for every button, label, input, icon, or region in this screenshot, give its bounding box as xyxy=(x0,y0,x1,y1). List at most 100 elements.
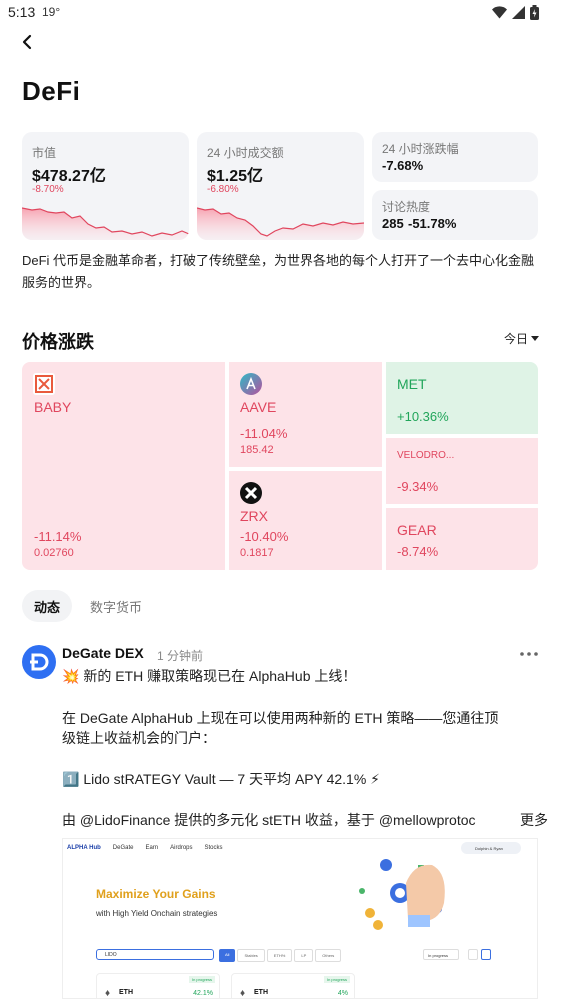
status-bar: 5:13 19° xyxy=(0,0,561,26)
zrx-logo-icon xyxy=(240,482,262,504)
market-cap-value: $478.27亿 xyxy=(32,168,106,185)
aave-logo-icon xyxy=(240,373,262,395)
baby-logo-icon xyxy=(33,373,55,395)
tile-aave[interactable]: AAVE -11.04% 185.42 xyxy=(229,362,382,467)
image-badge: Dolphin & Ryan xyxy=(461,842,521,854)
price-section-title: 价格涨跌 xyxy=(22,332,94,352)
tile-change: +10.36% xyxy=(397,409,449,424)
status-temperature: 19° xyxy=(42,5,61,19)
volume-sparkline xyxy=(197,207,364,240)
list-view-icon xyxy=(468,949,478,960)
image-subheadline: with High Yield Onchain strategies xyxy=(96,909,218,918)
tile-name: MET xyxy=(397,376,427,392)
image-filter: ETH% xyxy=(266,949,293,962)
image-filter: All xyxy=(219,949,236,962)
system-icons xyxy=(492,4,539,20)
post-line: 💥 新的 ETH 赚取策略现已在 AlphaHub 上线！ xyxy=(62,668,357,684)
post-author[interactable]: DeGate DEX xyxy=(62,645,144,661)
image-nav-item: Stocks xyxy=(204,845,223,851)
market-cap-card[interactable]: 市值 $478.27亿 -8.70% xyxy=(22,132,189,240)
image-row-asset: ETH xyxy=(119,989,133,996)
tile-change: -10.40% xyxy=(240,529,289,544)
degate-logo-icon xyxy=(30,653,49,671)
change-24h-value: -7.68% xyxy=(382,158,424,173)
volume-card[interactable]: 24 小时成交额 $1.25亿 -6.80% xyxy=(197,132,364,240)
post-line: 由 @LidoFinance 提供的多元化 stETH 收益，基于 @mello… xyxy=(62,812,476,828)
tile-baby[interactable]: BABY -11.14% 0.02760 xyxy=(22,362,225,570)
tile-change: -11.04% xyxy=(240,426,288,441)
tile-price: 185.42 xyxy=(240,444,274,456)
back-button[interactable] xyxy=(16,30,40,54)
post-time: 1 分钟前 xyxy=(157,649,204,663)
discussion-value: 285 xyxy=(382,216,404,231)
tile-zrx[interactable]: ZRX -10.40% 0.1817 xyxy=(229,471,382,570)
image-row-status: In progress xyxy=(323,976,350,983)
image-nav-item: ALPHA Hub xyxy=(67,845,101,851)
caret-down-icon xyxy=(531,335,540,341)
market-cap-sparkline xyxy=(22,207,189,240)
discussion-change: -51.78% xyxy=(408,216,457,231)
hand-coins-illustration xyxy=(359,859,445,930)
page-title: DeFi xyxy=(22,76,81,106)
feed-tabs: 动态 数字货币 xyxy=(22,590,160,622)
tile-velodrome[interactable]: VELODRO... -9.34% xyxy=(386,438,538,504)
tile-name: ZRX xyxy=(240,508,268,524)
sector-description: DeFi 代币是金融革命者，打破了传统壁垒，为世界各地的每个人打开了一个去中心化… xyxy=(22,253,535,290)
eth-icon: ♦ xyxy=(105,988,111,999)
tab-crypto[interactable]: 数字货币 xyxy=(78,590,154,622)
post-line: 1️⃣ Lido stRATEGY Vault — 7 天平均 APY 42.1… xyxy=(62,771,381,787)
image-filter: Others xyxy=(315,949,342,962)
market-cap-change: -8.70% xyxy=(32,184,64,195)
tile-gear[interactable]: GEAR -8.74% xyxy=(386,508,538,570)
wifi-icon xyxy=(492,5,507,18)
grid-view-icon xyxy=(481,949,491,960)
volume-label: 24 小时成交额 xyxy=(207,146,284,160)
image-row-asset: ETH xyxy=(254,989,268,996)
image-nav-item: DeGate xyxy=(112,845,134,851)
battery-icon xyxy=(530,4,539,20)
image-nav-item: Airdrops xyxy=(170,845,193,851)
image-strategy-card: ♦ ETH In progress 4% xyxy=(231,973,355,999)
volume-change: -6.80% xyxy=(207,184,239,195)
image-search-field: LIDO xyxy=(96,949,214,960)
tile-met[interactable]: MET +10.36% xyxy=(386,362,538,434)
period-label: 今日 xyxy=(504,332,529,346)
image-row-apy: 42.1% xyxy=(193,990,213,997)
discussion-label: 讨论热度 xyxy=(382,200,431,214)
image-nav-item: Earn xyxy=(145,845,159,851)
image-row-apy: 4% xyxy=(337,990,348,997)
market-cap-label: 市值 xyxy=(32,146,57,160)
volume-value: $1.25亿 xyxy=(207,168,264,185)
tile-change: -9.34% xyxy=(397,479,439,494)
image-strategy-card: ♦ ETH In progress 42.1% xyxy=(96,973,220,999)
signal-icon xyxy=(512,5,525,19)
image-nav: ALPHA Hub DeGate Earn Airdrops Stocks xyxy=(67,845,223,851)
tile-change: -8.74% xyxy=(397,544,439,559)
post-image[interactable]: ALPHA Hub DeGate Earn Airdrops Stocks Do… xyxy=(62,838,538,999)
tile-name: VELODRO... xyxy=(397,450,455,461)
image-headline: Maximize Your Gains xyxy=(96,887,216,901)
change-24h-label: 24 小时涨跌幅 xyxy=(382,142,459,156)
tile-name: AAVE xyxy=(240,399,277,415)
author-avatar[interactable] xyxy=(22,645,56,679)
discussion-card[interactable]: 讨论热度 285 -51.78% xyxy=(372,190,538,240)
tile-name: GEAR xyxy=(397,522,437,538)
tile-price: 0.02760 xyxy=(34,547,74,559)
image-filters: All Stables ETH% LP Others xyxy=(219,949,342,962)
image-status-select: In progress xyxy=(423,949,459,960)
image-row-status: In progress xyxy=(188,976,215,983)
eth-icon: ♦ xyxy=(240,988,246,999)
more-options-icon[interactable] xyxy=(519,650,539,658)
image-filter: LP xyxy=(294,949,314,962)
change-24h-card[interactable]: 24 小时涨跌幅 -7.68% xyxy=(372,132,538,182)
read-more-link[interactable]: 更多 xyxy=(508,810,548,830)
status-time: 5:13 xyxy=(8,4,36,20)
image-filter: Stables xyxy=(237,949,265,962)
tile-price: 0.1817 xyxy=(240,547,274,559)
post-line: 级链上收益机会的门户： xyxy=(62,730,216,746)
tile-name: BABY xyxy=(34,399,72,415)
period-selector[interactable]: 今日 xyxy=(504,330,540,347)
post-line: 在 DeGate AlphaHub 上现在可以使用两种新的 ETH 策略——您通… xyxy=(62,710,499,726)
tab-updates[interactable]: 动态 xyxy=(22,590,73,622)
chevron-left-icon xyxy=(22,34,32,50)
